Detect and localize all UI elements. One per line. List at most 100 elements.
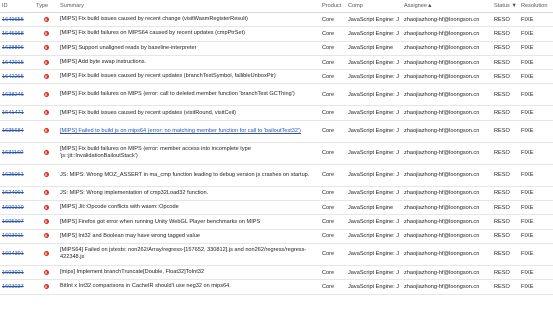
defect-icon: ✕	[43, 269, 49, 275]
bug-id-cell: 1631160	[0, 142, 34, 165]
bug-id-link[interactable]: 1625061	[2, 172, 24, 178]
table-row[interactable]: 1641471 ✕ [MIPS] Fix build issues caused b…	[0, 105, 553, 121]
summary-cell[interactable]: [mips] Implement branchTruncate[Double, …	[58, 265, 320, 281]
bug-id-link[interactable]: 1603921	[2, 270, 24, 276]
summary-cell[interactable]: [MIPS] Fix build issues caused by recent…	[58, 12, 320, 28]
summary-text: [MIPS] Support unaligned reads by baseli…	[60, 44, 197, 51]
assignee-cell: zhaojiazhong-hf@loongson.cn	[402, 164, 492, 187]
table-row[interactable]: 1645968 ✕ [MIPS] Fix build failures on MIP…	[0, 26, 553, 42]
bug-id-link[interactable]: 1624091	[2, 190, 24, 196]
bug-id-link[interactable]: 1649655	[2, 17, 24, 23]
assignee-cell: zhaojiazhong-hf@loongson.cn	[402, 55, 492, 71]
defect-icon: ✕	[43, 204, 49, 210]
summary-cell[interactable]: [MIPS] Fix build failures on MIPS64 caus…	[58, 26, 320, 42]
table-row[interactable]: 1605907 ✕ [MIPS] Firefox got error when ru…	[0, 214, 553, 230]
table-row[interactable]: 1638246 ✕ [MIPS] Fix build failures on MIP…	[0, 83, 553, 107]
bug-id-link[interactable]: 1642915	[2, 60, 24, 66]
defect-icon: ✕	[43, 190, 49, 196]
summary-cell[interactable]: BitInt x Int32 comparisons in CacheIR sh…	[58, 279, 320, 295]
summary-cell[interactable]: [MIPS] Fix build failures on MIPS (error…	[58, 83, 320, 107]
bug-id-link[interactable]: 1631160	[2, 150, 23, 156]
column-header-resolution[interactable]: Resolution	[519, 0, 553, 13]
bug-list-table: ID Type Summary Product Comp Assignee▲ S…	[0, 0, 553, 295]
component-cell: JavaScript Engine: J	[346, 105, 402, 121]
bug-id-link[interactable]: 1641471	[2, 110, 24, 116]
summary-cell[interactable]: [MIPS] Jit::Opcode conflicts with wasm::…	[58, 200, 320, 216]
summary-cell[interactable]: [MIPS] Fix build failures on MIPS (error…	[58, 142, 320, 165]
column-header-id[interactable]: ID	[0, 0, 34, 13]
summary-cell[interactable]: [MIPS] Fix build issues caused by recent…	[58, 69, 320, 85]
bug-id-link[interactable]: 1635684	[2, 128, 24, 134]
bug-id-link[interactable]: 1642265	[2, 74, 24, 80]
assignee-cell: zhaojiazhong-hf@loongson.cn	[402, 26, 492, 42]
bug-id-cell: 1635684	[0, 120, 34, 143]
bug-type-cell: ✕	[34, 279, 58, 295]
column-header-status[interactable]: Status ▼	[492, 0, 519, 13]
summary-cell[interactable]: [MIPS] Support unaligned reads by baseli…	[58, 41, 320, 56]
bug-id-cell: 1642265	[0, 69, 34, 85]
table-row[interactable]: 1624091 ✕ JS: MIPS: Wrong implementation o…	[0, 186, 553, 202]
product-cell: Core	[320, 83, 346, 107]
product-cell: Core	[320, 265, 346, 281]
table-row[interactable]: 1642915 ✕ [MIPS] Add byte swap instruction…	[0, 55, 553, 71]
summary-cell[interactable]: JS: MIPS: Wrong MOZ_ASSERT in ma_cmp fun…	[58, 164, 320, 187]
resolution-cell: FIXE	[519, 279, 553, 295]
table-row[interactable]: 1604391 ✕ [MIPS64] Failed on jstests: non2…	[0, 243, 553, 266]
component-cell: JavaScript Engine: J	[346, 265, 402, 281]
table-row[interactable]: 1625061 ✕ JS: MIPS: Wrong MOZ_ASSERT in ma…	[0, 164, 553, 187]
column-header-type[interactable]: Type	[34, 0, 58, 13]
table-row[interactable]: 1631160 ✕ [MIPS] Fix build failures on MIP…	[0, 142, 553, 165]
summary-cell[interactable]: [MIPS] Firefox got error when running Un…	[58, 214, 320, 230]
summary-link[interactable]: [MIPS] Failed to build js on mips64 (err…	[60, 128, 301, 134]
component-cell: JavaScript Engine: J	[346, 279, 402, 295]
table-row[interactable]: 1603037 ✕ BitInt x Int32 comparisons in Ca…	[0, 279, 553, 295]
defect-icon: ✕	[43, 128, 49, 134]
bug-id-link[interactable]: 1603911	[2, 233, 23, 239]
defect-icon: ✕	[43, 251, 49, 257]
defect-icon: ✕	[43, 283, 49, 289]
table-row[interactable]: 1603921 ✕ [mips] Implement branchTruncate[…	[0, 265, 553, 281]
bug-id-link[interactable]: 1645968	[2, 31, 24, 37]
table-row[interactable]: 1642265 ✕ [MIPS] Fix build issues caused b…	[0, 69, 553, 85]
bug-id-cell: 1638246	[0, 83, 34, 107]
column-header-component[interactable]: Comp	[346, 0, 402, 13]
bug-id-link[interactable]: 1605907	[2, 219, 24, 225]
summary-text: BitInt x Int32 comparisons in CacheIR sh…	[60, 283, 231, 290]
summary-cell[interactable]: [MIPS64] Failed on jstests: non262/Array…	[58, 243, 320, 266]
bug-type-cell: ✕	[34, 120, 58, 143]
bug-id-cell: 1649655	[0, 12, 34, 28]
bug-id-link[interactable]: 1638246	[2, 92, 24, 98]
table-row[interactable]: 1638896 ✕ [MIPS] Support unaligned reads b…	[0, 41, 553, 56]
table-body: 1649655 ✕ [MIPS] Fix build issues caused b…	[0, 12, 553, 295]
bug-id-link[interactable]: 1604391	[2, 251, 24, 257]
resolution-cell: FIXE	[519, 243, 553, 266]
summary-cell[interactable]: [MIPS] Int32 and Boolean may have wrong …	[58, 229, 320, 244]
table-row[interactable]: 1649655 ✕ [MIPS] Fix build issues caused b…	[0, 12, 553, 28]
status-cell: RESO	[492, 265, 519, 281]
bug-type-cell: ✕	[34, 265, 58, 281]
table-row[interactable]: 1609319 ✕ [MIPS] Jit::Opcode conflicts wit…	[0, 200, 553, 216]
summary-cell[interactable]: [MIPS] Add byte swap instructions.	[58, 55, 320, 71]
assignee-cell: zhaojiazhong-hf@loongson.cn	[402, 69, 492, 85]
component-cell: JavaScript Engine: J	[346, 164, 402, 187]
summary-cell[interactable]: JS: MIPS: Wrong implementation of cmp32L…	[58, 186, 320, 202]
bug-id-link[interactable]: 1603037	[2, 284, 24, 290]
bug-id-link[interactable]: 1638896	[2, 45, 24, 51]
assignee-cell: zhaojiazhong-hf@loongson.cn	[402, 186, 492, 202]
status-cell: RESO	[492, 214, 519, 230]
status-cell: RESO	[492, 83, 519, 107]
summary-text: JS: MIPS: Wrong implementation of cmp32L…	[60, 189, 209, 196]
assignee-cell: zhaojiazhong-hf@loongson.cn	[402, 214, 492, 230]
column-header-product[interactable]: Product	[320, 0, 346, 13]
summary-text: [MIPS] Fix build issues caused by recent…	[60, 109, 236, 116]
column-header-assignee[interactable]: Assignee▲	[402, 0, 492, 13]
table-row[interactable]: 1635684 ✕ [MIPS] Failed to build js on mip…	[0, 120, 553, 143]
component-cell: JavaScript Engine: J	[346, 243, 402, 266]
summary-cell[interactable]: [MIPS] Failed to build js on mips64 (err…	[58, 120, 320, 143]
summary-cell[interactable]: [MIPS] Fix build issues caused by recent…	[58, 105, 320, 121]
column-header-summary[interactable]: Summary	[58, 0, 320, 13]
status-cell: RESO	[492, 200, 519, 216]
table-row[interactable]: 1603911 ✕ [MIPS] Int32 and Boolean may hav…	[0, 229, 553, 244]
bug-id-cell: 1603921	[0, 265, 34, 281]
bug-id-link[interactable]: 1609319	[2, 205, 24, 211]
